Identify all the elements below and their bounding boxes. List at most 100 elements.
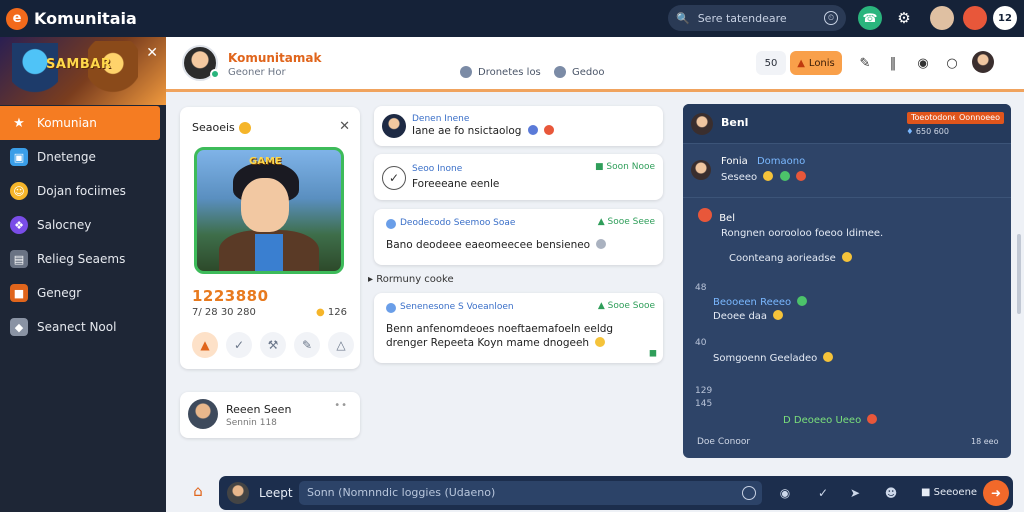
message-input-placeholder: Sonn (Nomnndic loggies (Udaeno) xyxy=(307,486,496,499)
header-button-a[interactable]: 50 xyxy=(756,51,786,75)
post-body-line: Benn anfenomdeoes noeftaemafoeln eeldg xyxy=(386,323,614,335)
header-meta-b[interactable]: Gedoo xyxy=(554,66,605,78)
post-body: Bano deodeee eaeomeecee bensieneo xyxy=(386,239,607,251)
sidebar-item-label: Dojan fociimes xyxy=(37,184,126,198)
post-meta-text: Soon Nooe xyxy=(606,162,655,172)
chat-tag-a[interactable]: Toeotodone xyxy=(907,112,962,124)
tag-icon: ■ xyxy=(595,162,604,172)
chat-action-icon[interactable]: ✎ xyxy=(294,332,320,358)
phone-icon[interactable]: ☎ xyxy=(858,6,882,30)
chat-scrollbar[interactable] xyxy=(1016,104,1022,458)
sidebar-item-salocney[interactable]: ❖ Salocney xyxy=(0,208,166,242)
composer-avatar[interactable] xyxy=(227,482,249,504)
message-text: Seseeo xyxy=(721,172,758,183)
emoji-icon xyxy=(795,171,806,181)
post-body-text: Bano deodeee eaeomeecee bensieneo xyxy=(386,239,591,251)
notification-badge[interactable]: 12 xyxy=(993,6,1017,30)
rocket-icon[interactable]: ➤ xyxy=(847,485,863,501)
user-card[interactable]: Reeen Seen Sennin 118 •• xyxy=(180,392,360,438)
header-meta-b-label: Gedoo xyxy=(572,66,605,78)
message-text: Beooeen Reeeo xyxy=(713,297,792,308)
sidebar-item-genegr[interactable]: ■ Genegr xyxy=(0,276,166,310)
chat-tag-b[interactable]: Oonnoeeo xyxy=(955,112,1004,124)
sun-icon xyxy=(238,121,251,134)
edit-icon[interactable]: ✎ xyxy=(856,54,874,72)
send-label-text: Seeoene xyxy=(933,487,978,498)
columns-icon[interactable]: ‖ xyxy=(884,54,902,72)
record-icon[interactable]: ◉ xyxy=(777,485,793,501)
home-icon[interactable]: ⌂ xyxy=(190,482,206,500)
feed-post[interactable]: Senenesone S Voeanloen ▲ Sooe Sooe Benn … xyxy=(374,293,663,363)
top-search[interactable]: 🔍 Sere tatendeare ⏲ xyxy=(668,5,846,31)
search-icon: 🔍 xyxy=(676,11,690,25)
sidebar-banner[interactable]: SAMBAR ✕ xyxy=(0,37,166,105)
sidebar-item-komunian[interactable]: ★ Komunian xyxy=(0,106,160,140)
reaction-icon[interactable]: ◼ xyxy=(649,348,657,359)
composer-bar: Leept Sonn (Nomnndic loggies (Udaeno) ◉ … xyxy=(219,476,1013,510)
feed-post[interactable]: Denen Inene Iane ae fo nsictaolog xyxy=(374,106,663,146)
post-body: Foreeeane eenle xyxy=(412,178,500,190)
fire-icon: ▲ xyxy=(797,57,805,69)
chat-message[interactable] xyxy=(691,156,711,180)
app-logo[interactable]: e Komunitaia xyxy=(6,7,137,30)
scrollbar-thumb[interactable] xyxy=(1017,234,1021,314)
send-button[interactable]: ➜ xyxy=(983,480,1009,506)
fire-action-icon[interactable]: ▲ xyxy=(192,332,218,358)
send-label[interactable]: ■ Seeoene xyxy=(921,487,977,498)
header-meta-a[interactable]: Dronetes los xyxy=(460,66,541,78)
feed-post[interactable]: ✓ Seoo Inone ■ Soon Nooe Foreeeane eenle xyxy=(374,154,663,200)
post-title: Deodecodo Seemoo Soae xyxy=(400,218,516,228)
chat-message[interactable]: Bel xyxy=(695,208,735,224)
portrait-face xyxy=(241,178,289,232)
globe-icon xyxy=(527,125,538,135)
close-icon[interactable]: ✕ xyxy=(339,119,350,134)
profile-card-title: Seaoeis xyxy=(192,121,251,134)
post-body-text: drenger Repeeta Koyn mame dnogeeh xyxy=(386,337,590,349)
inbox-icon: ▤ xyxy=(10,250,28,268)
banner-character-right xyxy=(88,41,138,105)
check-circle-icon[interactable]: ✓ xyxy=(815,485,831,501)
chat-message-line: Beooeen Reeeo xyxy=(713,296,808,308)
sidebar-item-dojan[interactable]: ☺ Dojan fociimes xyxy=(0,174,166,208)
header-button-b-label: Lonis xyxy=(808,57,835,69)
chat-avatar[interactable] xyxy=(691,113,713,135)
post-title: Seoo Inone xyxy=(412,164,463,174)
emoji-icon xyxy=(797,296,808,306)
share-action-icon[interactable]: △ xyxy=(328,332,354,358)
feed-divider: ▸ Rormuny cooke xyxy=(368,274,454,285)
sidebar-item-label: Komunian xyxy=(37,116,97,130)
composer-label: Leept xyxy=(259,486,293,500)
message-extra: Domaono xyxy=(756,156,806,167)
check-circle-icon: ✓ xyxy=(382,166,406,190)
profile-portrait[interactable]: GAME xyxy=(194,147,344,274)
smiley-icon: ☺ xyxy=(10,182,28,200)
emoji-picker-icon[interactable] xyxy=(742,486,756,500)
feed-post[interactable]: Deodecodo Seemoo Soae ▲ Sooe Seee Bano d… xyxy=(374,209,663,265)
clock-icon[interactable]: ⏲ xyxy=(824,11,838,25)
chat-panel: Benl Toeotodone Oonnoeeo ♦ 650 600 Fonia… xyxy=(683,104,1011,458)
chat-bubble-icon[interactable]: ○ xyxy=(943,54,961,72)
profile-avatar[interactable] xyxy=(963,6,987,30)
user-icon[interactable]: ☻ xyxy=(883,485,899,501)
folder-icon: ■ xyxy=(10,284,28,302)
message-author: Bel xyxy=(719,213,735,224)
header-button-b[interactable]: ▲ Lonis xyxy=(790,51,842,75)
emoji-icon xyxy=(544,125,555,135)
tools-action-icon[interactable]: ⚒ xyxy=(260,332,286,358)
logo-mark-icon: e xyxy=(6,7,28,30)
message-time: 48 xyxy=(695,283,707,293)
sidebar-item-relieg[interactable]: ▤ Relieg Seaems xyxy=(0,242,166,276)
user-avatar[interactable] xyxy=(930,6,954,30)
close-icon[interactable]: ✕ xyxy=(146,45,158,61)
camera-icon[interactable]: ◉ xyxy=(914,54,932,72)
pin-action-icon[interactable]: ✓ xyxy=(226,332,252,358)
header-user-avatar[interactable] xyxy=(972,51,994,73)
sidebar-item-dnetenge[interactable]: ▣ Dnetenge xyxy=(0,140,166,174)
emoji-icon xyxy=(867,414,878,424)
message-input[interactable]: Sonn (Nomnndic loggies (Udaeno) xyxy=(299,481,762,505)
sidebar-item-seanect[interactable]: ◆ Seanect Nool xyxy=(0,310,166,344)
more-icon[interactable]: •• xyxy=(334,400,348,411)
info-icon xyxy=(554,66,566,78)
gear-icon[interactable]: ⚙ xyxy=(892,6,916,30)
post-avatar xyxy=(382,114,406,138)
